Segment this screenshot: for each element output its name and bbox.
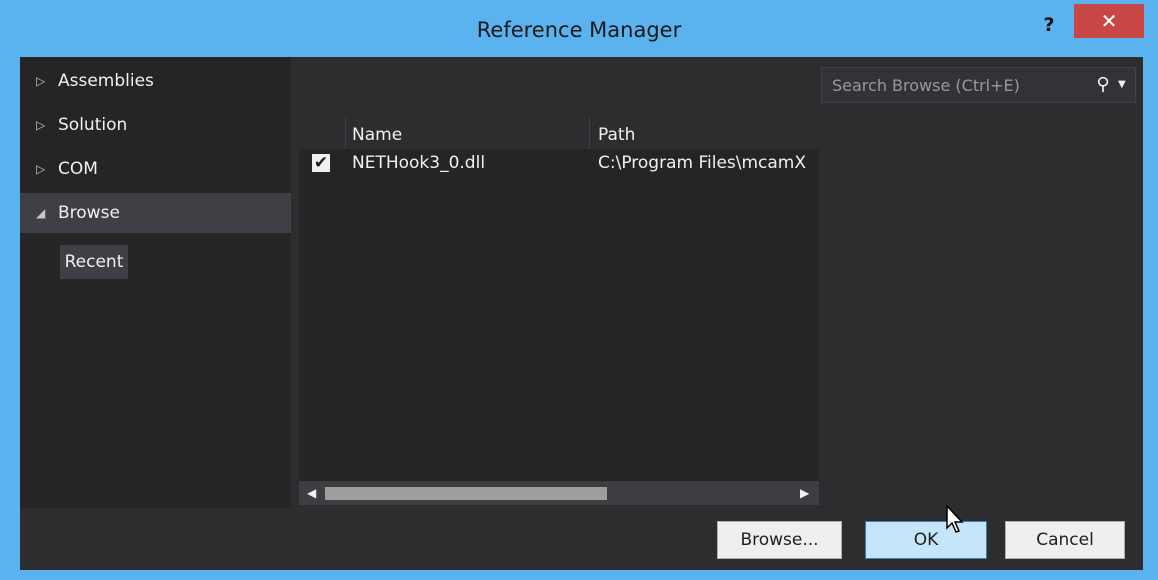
nav-item-label: COM [58,159,98,179]
expand-arrow-icon: ▷ [36,162,46,176]
browse-button[interactable]: Browse... [717,521,842,559]
chevron-down-icon[interactable]: ▼ [1118,68,1134,102]
search-input[interactable] [822,68,1092,102]
scroll-right-icon[interactable]: ▶ [800,481,809,505]
search-box[interactable]: ⚲ ▼ [821,67,1136,103]
reference-manager-window: Reference Manager ? ✕ ▷ Assemblies ▷ Sol… [0,0,1158,580]
cancel-button[interactable]: Cancel [1005,521,1125,559]
nav-item-label: Browse [58,203,120,223]
nav-item-assemblies[interactable]: ▷ Assemblies [20,61,291,101]
nav-item-solution[interactable]: ▷ Solution [20,105,291,145]
nav-item-browse[interactable]: ◢ Browse [20,193,291,233]
dialog-footer: Browse... OK Cancel [20,508,1143,570]
expand-arrow-icon: ▷ [36,118,46,132]
include-checkbox[interactable]: ✔ [312,154,330,172]
search-icon[interactable]: ⚲ [1090,68,1116,102]
scroll-left-icon[interactable]: ◀ [307,481,316,505]
horizontal-scrollbar[interactable]: ◀ ▶ [299,481,819,505]
reference-list: Name Path ✔ NETHook3_0.dll C:\Program Fi… [299,115,819,505]
category-nav: ▷ Assemblies ▷ Solution ▷ COM ◢ Browse R… [20,57,291,508]
list-header: Name Path [299,115,819,149]
list-row[interactable]: ✔ NETHook3_0.dll C:\Program Files\mcamX [299,149,819,177]
nav-item-label: Solution [58,115,128,135]
dialog-body: ▷ Assemblies ▷ Solution ▷ COM ◢ Browse R… [20,57,1143,570]
close-button[interactable]: ✕ [1074,4,1144,38]
nav-subitem-recent[interactable]: Recent [60,245,128,279]
ok-button[interactable]: OK [865,521,987,559]
row-name: NETHook3_0.dll [352,153,486,173]
expand-arrow-icon: ▷ [36,74,46,88]
title-bar[interactable]: Reference Manager ? ✕ [0,0,1158,56]
collapse-arrow-icon: ◢ [36,206,46,220]
column-header-path[interactable]: Path [598,115,635,149]
help-button[interactable]: ? [1036,10,1062,40]
column-divider [345,117,346,149]
scroll-thumb[interactable] [325,487,607,500]
column-divider [589,117,590,149]
window-title: Reference Manager [476,18,682,42]
nav-item-label: Assemblies [58,71,154,91]
mouse-cursor-icon [946,504,964,533]
nav-item-com[interactable]: ▷ COM [20,149,291,189]
column-header-name[interactable]: Name [352,115,402,149]
row-path: C:\Program Files\mcamX [598,153,807,173]
